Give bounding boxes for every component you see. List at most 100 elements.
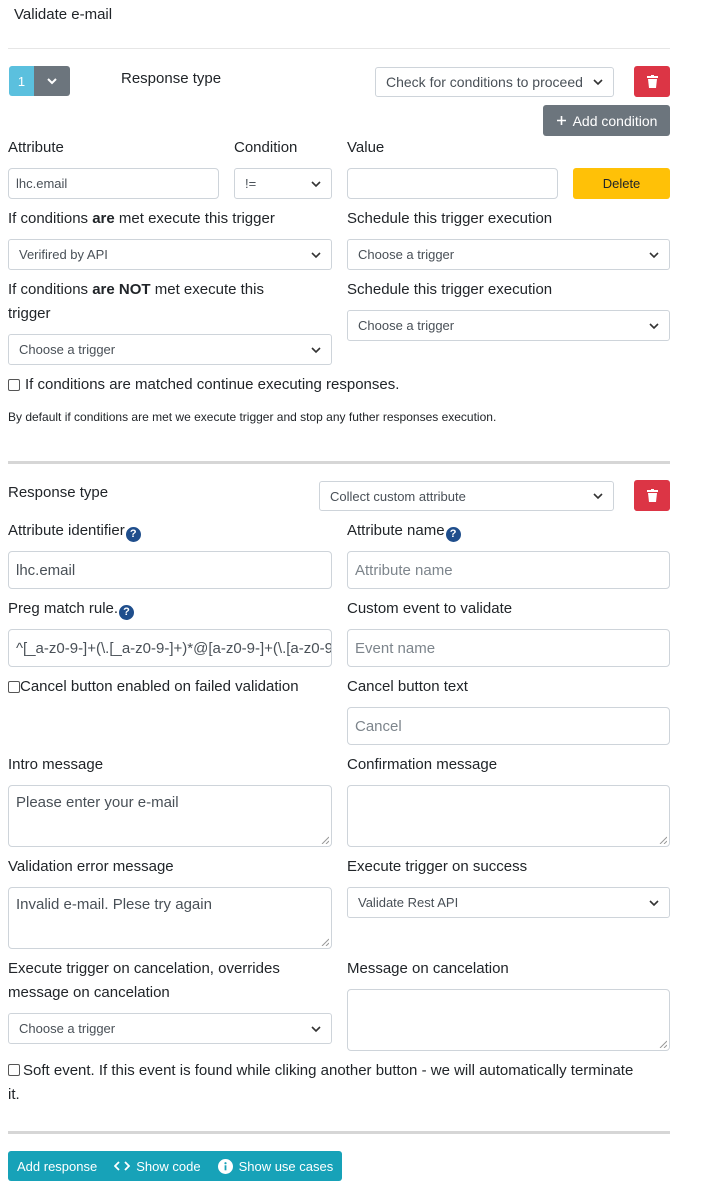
condition-label: Condition bbox=[234, 139, 298, 156]
add-response-label: Add response bbox=[17, 1158, 98, 1174]
response-number-dropdown[interactable]: 1 bbox=[9, 66, 70, 96]
add-condition-button[interactable]: Add condition bbox=[543, 105, 670, 136]
validation-error-textarea[interactable]: Invalid e-mail. Plese try again bbox=[8, 887, 332, 949]
soft-event-checkbox[interactable] bbox=[8, 1064, 20, 1076]
add-response-button[interactable]: Add response bbox=[17, 1159, 97, 1174]
trigger-success-select[interactable]: Validate Rest API bbox=[347, 887, 670, 918]
conditions-not-met-trigger-value: Choose a trigger bbox=[19, 342, 116, 357]
custom-event-input[interactable]: Event name bbox=[347, 629, 670, 667]
condition-select[interactable]: != bbox=[234, 168, 332, 199]
resize-handle-icon[interactable] bbox=[659, 836, 667, 844]
conditions-met-trigger-value: Verifired by API bbox=[19, 247, 108, 262]
chevron-down-icon[interactable] bbox=[34, 66, 70, 96]
continue-executing-row: If conditions are matched continue execu… bbox=[8, 373, 399, 397]
chevron-down-icon bbox=[311, 251, 321, 258]
trigger-cancel-label: Execute trigger on cancelation, override… bbox=[8, 960, 280, 1001]
trigger-cancel-value: Choose a trigger bbox=[19, 1021, 116, 1036]
show-code-label: Show code bbox=[136, 1158, 201, 1174]
cancel-text-input[interactable]: Cancel bbox=[347, 707, 670, 745]
response-toolbar: Add response Show code Show use cases bbox=[8, 1151, 343, 1181]
conditions-met-trigger-select[interactable]: Verifired by API bbox=[8, 239, 332, 270]
show-code-button[interactable]: Show code bbox=[114, 1158, 201, 1174]
intro-message-textarea[interactable]: Please enter your e-mail bbox=[8, 785, 332, 847]
show-use-cases-button[interactable]: Show use cases bbox=[217, 1158, 334, 1174]
schedule-trigger-value-1: Choose a trigger bbox=[358, 247, 455, 262]
soft-event-row: Soft event. If this event is found while… bbox=[8, 1059, 648, 1107]
chevron-down-icon bbox=[311, 1025, 321, 1032]
attribute-input[interactable]: lhc.email bbox=[8, 168, 219, 199]
message-cancel-label: Message on cancelation bbox=[347, 960, 509, 977]
preg-match-input[interactable]: ^[_a-z0-9-]+(\.[_a-z0-9-]+)*@[a-z0-9-]+(… bbox=[8, 629, 332, 667]
chevron-down-icon bbox=[649, 322, 659, 329]
chevron-down-icon bbox=[593, 79, 603, 86]
conditions-not-met-label: If conditions are NOT met execute this t… bbox=[8, 281, 264, 322]
schedule-label-1: Schedule this trigger execution bbox=[347, 210, 553, 227]
response-type-label-2: Response type bbox=[8, 484, 109, 501]
custom-event-label: Custom event to validate bbox=[347, 600, 513, 617]
continue-executing-label: If conditions are matched continue execu… bbox=[25, 376, 400, 393]
preg-match-label: Preg match rule. bbox=[8, 600, 119, 617]
delete-condition-button[interactable]: Delete bbox=[573, 168, 670, 199]
soft-event-label: Soft event. If this event is found while… bbox=[8, 1062, 634, 1103]
question-icon[interactable]: ? bbox=[445, 526, 461, 542]
conditions-help-text: By default if conditions are met we exec… bbox=[8, 410, 497, 424]
resize-handle-icon[interactable] bbox=[321, 938, 329, 946]
confirmation-message-textarea[interactable] bbox=[347, 785, 670, 847]
chevron-down-icon bbox=[593, 493, 603, 500]
schedule-trigger-select-2[interactable]: Choose a trigger bbox=[347, 310, 670, 341]
plus-icon bbox=[556, 116, 566, 125]
delete-response-button-2[interactable] bbox=[634, 480, 670, 511]
chevron-down-icon bbox=[649, 899, 659, 906]
attribute-name-input[interactable]: Attribute name bbox=[347, 551, 670, 589]
show-use-cases-label: Show use cases bbox=[238, 1158, 334, 1174]
schedule-label-2: Schedule this trigger execution bbox=[347, 281, 553, 298]
condition-value: != bbox=[245, 176, 257, 191]
schedule-trigger-select-1[interactable]: Choose a trigger bbox=[347, 239, 670, 270]
response-number: 1 bbox=[9, 66, 34, 96]
preg-match-label-row: Preg match rule.? bbox=[8, 597, 135, 621]
attribute-name-label: Attribute name bbox=[347, 522, 445, 539]
confirmation-message-label: Confirmation message bbox=[347, 756, 498, 773]
info-icon bbox=[217, 1158, 233, 1174]
response-type-select-2[interactable]: Collect custom attribute bbox=[319, 481, 614, 511]
code-icon bbox=[114, 1161, 131, 1171]
question-icon[interactable]: ? bbox=[125, 526, 141, 542]
attribute-identifier-label-row: Attribute identifier? bbox=[8, 519, 141, 543]
resize-handle-icon[interactable] bbox=[659, 1040, 667, 1048]
resize-handle-icon[interactable] bbox=[321, 836, 329, 844]
trigger-success-value: Validate Rest API bbox=[358, 895, 459, 910]
bottom-divider bbox=[8, 1131, 670, 1134]
schedule-trigger-value-2: Choose a trigger bbox=[358, 318, 455, 333]
divider bbox=[8, 48, 670, 49]
attribute-label: Attribute bbox=[8, 139, 64, 156]
conditions-met-label: If conditions are met execute this trigg… bbox=[8, 210, 275, 227]
cancel-enabled-checkbox[interactable] bbox=[8, 681, 20, 693]
trigger-cancel-select[interactable]: Choose a trigger bbox=[8, 1013, 332, 1044]
response-divider bbox=[8, 461, 670, 464]
response-type-label: Response type bbox=[121, 70, 222, 87]
response-type-value: Check for conditions to proceed bbox=[386, 74, 583, 90]
message-cancel-textarea[interactable] bbox=[347, 989, 670, 1051]
chevron-down-icon bbox=[649, 251, 659, 258]
delete-response-button[interactable] bbox=[634, 66, 670, 97]
page-title: Validate e-mail bbox=[14, 6, 113, 23]
question-icon[interactable]: ? bbox=[119, 604, 135, 620]
intro-message-value: Please enter your e-mail bbox=[16, 794, 179, 811]
conditions-not-met-trigger-select[interactable]: Choose a trigger bbox=[8, 334, 332, 365]
trash-icon bbox=[646, 75, 658, 88]
response-type-select[interactable]: Check for conditions to proceed bbox=[375, 67, 614, 97]
add-condition-label: Add condition bbox=[572, 112, 658, 129]
intro-message-label: Intro message bbox=[8, 756, 104, 773]
attribute-identifier-label: Attribute identifier bbox=[8, 522, 125, 539]
chevron-down-icon bbox=[311, 180, 321, 187]
cancel-text-label: Cancel button text bbox=[347, 678, 468, 695]
attribute-identifier-input[interactable]: lhc.email bbox=[8, 551, 332, 589]
attribute-name-label-row: Attribute name? bbox=[347, 519, 461, 543]
validation-error-value: Invalid e-mail. Plese try again bbox=[16, 896, 212, 913]
cancel-enabled-label: Cancel button enabled on failed validati… bbox=[20, 678, 299, 695]
continue-executing-checkbox[interactable] bbox=[8, 379, 20, 391]
trash-icon bbox=[646, 489, 658, 502]
value-label: Value bbox=[347, 139, 385, 156]
value-input[interactable] bbox=[347, 168, 558, 199]
response-type-value-2: Collect custom attribute bbox=[330, 488, 466, 504]
